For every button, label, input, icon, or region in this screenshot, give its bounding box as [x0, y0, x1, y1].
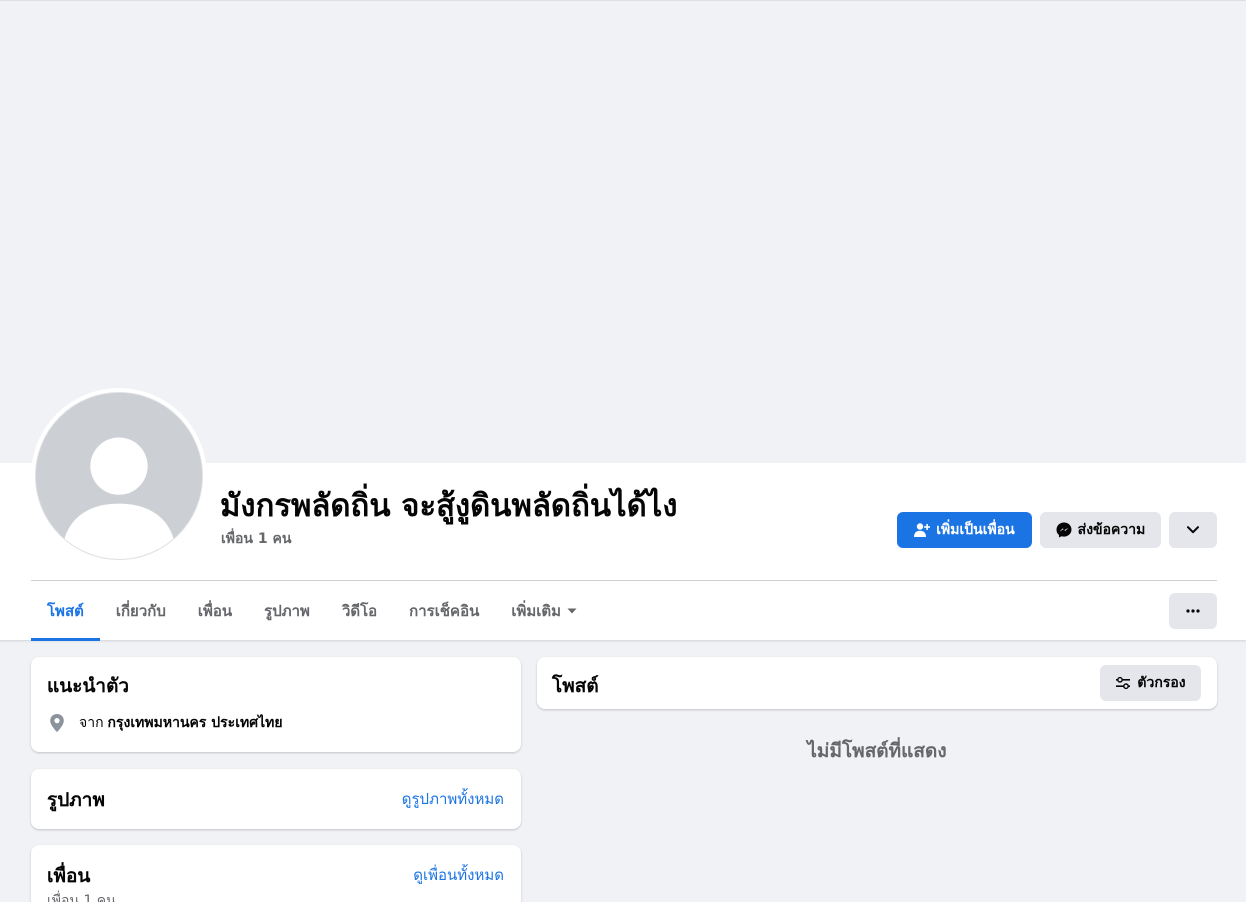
see-all-photos-link[interactable]: ดูรูปภาพทั้งหมด — [402, 787, 504, 811]
profile-picture-frame[interactable] — [31, 388, 207, 564]
tab-more[interactable]: เพิ่มเติม — [495, 581, 593, 641]
messenger-icon — [1056, 522, 1072, 538]
more-options-button[interactable] — [1169, 593, 1217, 629]
photos-title[interactable]: รูปภาพ — [47, 785, 105, 815]
tab-label: รูปภาพ — [264, 602, 310, 620]
see-all-friends-link[interactable]: ดูเพื่อนทั้งหมด — [413, 863, 504, 887]
send-message-button[interactable]: ส่งข้อความ — [1040, 512, 1161, 548]
map-pin-icon — [47, 713, 67, 733]
add-friend-label: เพิ่มเป็นเพื่อน — [936, 522, 1015, 538]
photos-card: รูปภาพ ดูรูปภาพทั้งหมด — [31, 769, 521, 829]
tab-videos[interactable]: วิดีโอ — [326, 581, 393, 641]
posts-title: โพสต์ — [552, 675, 599, 697]
profile-name: มังกรพลัดถิ่น จะสู้งูดินพลัดถิ่นได้ไง — [220, 488, 678, 524]
tab-label: เพิ่มเติม — [511, 602, 562, 620]
intro-card: แนะนำตัว จาก กรุงเทพมหานคร ประเทศไทย — [31, 657, 521, 752]
tab-label: โพสต์ — [47, 602, 84, 620]
friends-card: เพื่อน ดูเพื่อนทั้งหมด เพื่อน 1 คน — [31, 845, 521, 902]
cover-photo — [0, 0, 1246, 463]
tab-label: วิดีโอ — [341, 602, 378, 620]
tab-friends[interactable]: เพื่อน — [182, 581, 248, 641]
intro-hometown: จาก กรุงเทพมหานคร ประเทศไทย — [47, 712, 283, 734]
filter-button[interactable]: ตัวกรอง — [1100, 665, 1201, 701]
avatar[interactable] — [35, 392, 203, 560]
profile-friend-count[interactable]: เพื่อน 1 คน — [221, 529, 291, 549]
more-horizontal-icon — [1186, 609, 1200, 613]
send-message-label: ส่งข้อความ — [1077, 522, 1146, 538]
caret-down-icon — [567, 608, 577, 614]
intro-from-value[interactable]: กรุงเทพมหานคร ประเทศไทย — [108, 712, 283, 734]
filter-label: ตัวกรอง — [1137, 675, 1186, 691]
tab-posts[interactable]: โพสต์ — [31, 581, 100, 641]
profile-options-button[interactable] — [1169, 512, 1217, 548]
tab-label: การเช็คอิน — [409, 602, 480, 620]
profile-tabs: โพสต์ เกี่ยวกับ เพื่อน รูปภาพ วิดีโอ การ… — [31, 581, 593, 641]
friends-title[interactable]: เพื่อน — [47, 861, 90, 891]
chevron-down-icon — [1187, 526, 1199, 534]
posts-card: โพสต์ ตัวกรอง — [537, 657, 1217, 709]
tab-checkins[interactable]: การเช็คอิน — [393, 581, 495, 641]
sliders-icon — [1115, 675, 1131, 691]
intro-title: แนะนำตัว — [47, 675, 130, 697]
tab-label: เกี่ยวกับ — [115, 602, 166, 620]
default-avatar-icon — [36, 393, 202, 559]
person-plus-icon — [914, 522, 931, 538]
intro-from-label: จาก — [79, 715, 104, 731]
tab-photos[interactable]: รูปภาพ — [248, 581, 326, 641]
tab-label: เพื่อน — [197, 602, 233, 620]
friends-count: เพื่อน 1 คน — [47, 893, 116, 902]
tab-about[interactable]: เกี่ยวกับ — [100, 581, 182, 641]
add-friend-button[interactable]: เพิ่มเป็นเพื่อน — [897, 512, 1032, 548]
no-posts-message: ไม่มีโพสต์ที่แสดง — [807, 740, 947, 762]
